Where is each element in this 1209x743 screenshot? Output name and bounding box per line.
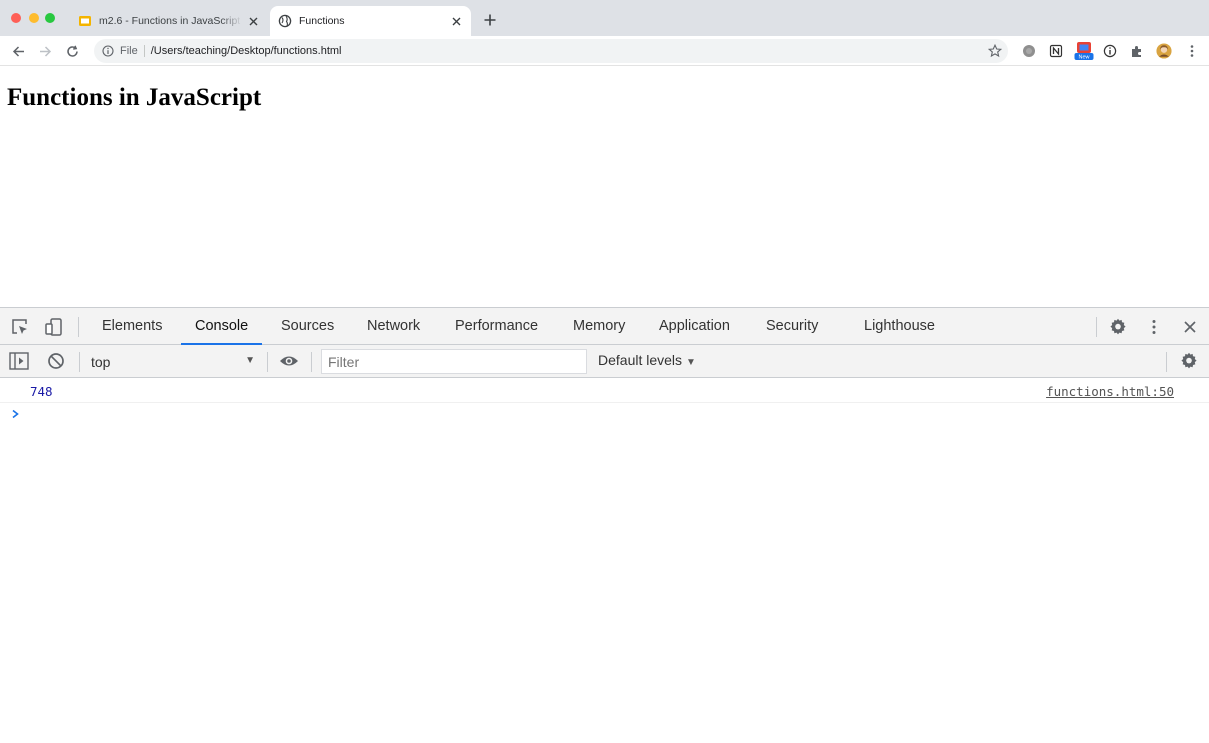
notion-icon[interactable] — [1048, 43, 1064, 59]
log-levels-label: Default levels — [598, 352, 683, 368]
devtools-settings-icon[interactable] — [1108, 317, 1128, 337]
console-settings-icon[interactable] — [1179, 351, 1199, 371]
new-badge: New — [1078, 55, 1089, 61]
live-expression-eye-icon[interactable] — [279, 351, 299, 371]
address-bar[interactable]: File /Users/teaching/Desktop/functions.h… — [94, 39, 1008, 63]
arrow-left-icon — [12, 45, 24, 57]
context-value: top — [91, 354, 111, 370]
sidebar-toggle-icon[interactable] — [9, 351, 29, 371]
devtools-more-icon[interactable] — [1144, 317, 1164, 337]
url-text: /Users/teaching/Desktop/functions.html — [150, 45, 342, 57]
devtools-tab-bar: Elements Console Sources Network Perform… — [0, 308, 1209, 345]
clear-console-icon[interactable] — [46, 351, 66, 371]
profile-avatar[interactable] — [1156, 43, 1172, 59]
inspect-element-icon[interactable] — [10, 317, 30, 337]
console-prompt-chevron-icon[interactable] — [10, 408, 22, 420]
log-levels-dropdown[interactable]: Default levels ▼ — [598, 352, 696, 368]
tab-elements[interactable]: Elements — [102, 308, 162, 345]
devtools-panel: Elements Console Sources Network Perform… — [0, 307, 1209, 743]
new-tab-button[interactable] — [481, 11, 499, 29]
divider — [1166, 352, 1167, 372]
back-button[interactable] — [10, 43, 26, 59]
console-message: 748 functions.html:50 — [0, 379, 1209, 403]
tab-title: m2.6 - Functions in JavaScript — [99, 15, 241, 27]
tab-title: Functions — [299, 15, 345, 27]
browser-tab-functions[interactable]: Functions — [270, 6, 471, 36]
tab-console[interactable]: Console — [181, 308, 263, 345]
context-selector[interactable]: top ▼ — [91, 352, 261, 372]
window-minimize-button[interactable] — [29, 13, 39, 23]
dropdown-arrow-icon: ▼ — [245, 355, 255, 366]
extension-info-icon[interactable] — [1102, 43, 1118, 59]
devtools-close-icon[interactable] — [1180, 317, 1200, 337]
tab-close-icon[interactable] — [246, 14, 260, 28]
tab-network[interactable]: Network — [367, 308, 420, 345]
slides-icon — [79, 16, 91, 26]
page-heading: Functions in JavaScript — [7, 84, 262, 111]
extension-circle-icon[interactable] — [1021, 43, 1037, 59]
tab-lighthouse[interactable]: Lighthouse — [864, 308, 935, 345]
reload-button[interactable] — [64, 43, 80, 59]
reload-icon — [66, 45, 78, 57]
info-icon[interactable] — [102, 45, 114, 57]
console-log-value: 748 — [30, 384, 53, 399]
scheme-label: File — [120, 45, 138, 57]
console-filter-input[interactable] — [321, 349, 587, 374]
console-toolbar: top ▼ Default levels▼ — [0, 345, 1209, 378]
tab-performance[interactable]: Performance — [455, 308, 538, 345]
tab-close-icon[interactable] — [449, 14, 463, 28]
device-toolbar-icon[interactable] — [44, 317, 64, 337]
divider — [311, 352, 312, 372]
extensions-puzzle-icon[interactable] — [1129, 43, 1145, 59]
bookmark-star-icon[interactable] — [988, 44, 1002, 58]
tab-strip: m2.6 - Functions in JavaScript Functions — [0, 0, 1209, 36]
tab-security[interactable]: Security — [766, 308, 818, 345]
window-zoom-button[interactable] — [45, 13, 55, 23]
console-source-link[interactable]: functions.html:50 — [1046, 384, 1174, 399]
divider — [143, 45, 145, 57]
divider — [1096, 317, 1097, 337]
divider — [79, 352, 80, 372]
tab-application[interactable]: Application — [659, 308, 730, 345]
globe-icon — [278, 14, 292, 28]
divider — [267, 352, 268, 372]
forward-button[interactable] — [37, 43, 53, 59]
extension-new-icon[interactable]: New — [1074, 42, 1094, 61]
browser-toolbar: File /Users/teaching/Desktop/functions.h… — [0, 36, 1209, 66]
arrow-right-icon — [39, 45, 51, 57]
tab-memory[interactable]: Memory — [573, 308, 625, 345]
browser-tab-slides[interactable]: m2.6 - Functions in JavaScript — [70, 6, 268, 36]
window-close-button[interactable] — [11, 13, 21, 23]
tab-sources[interactable]: Sources — [281, 308, 334, 345]
plus-icon — [484, 14, 496, 26]
divider — [78, 317, 79, 337]
dropdown-arrow-icon: ▼ — [686, 357, 696, 368]
browser-menu-icon[interactable] — [1184, 43, 1200, 59]
